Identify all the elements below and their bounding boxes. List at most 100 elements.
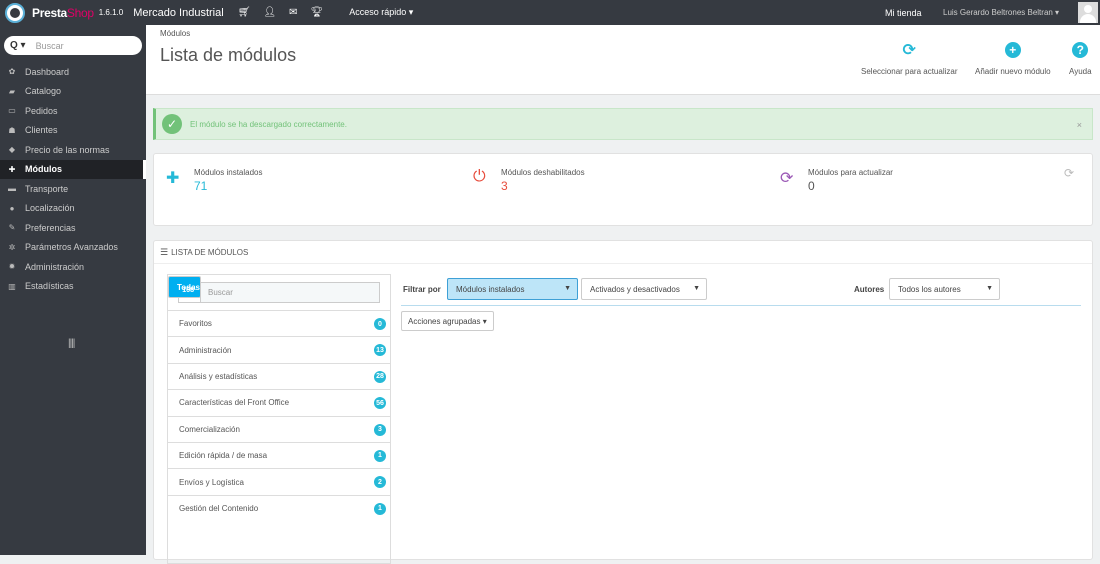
sidebar-item-localizacion[interactable]: ● Localización bbox=[0, 199, 146, 219]
puzzle-icon: ✚ bbox=[166, 170, 180, 187]
sidebar-item-label: Localización bbox=[25, 203, 75, 214]
cogs-icon: ✲ bbox=[8, 242, 16, 252]
update-modules-label: Seleccionar para actualizar bbox=[861, 67, 958, 76]
sidebar: Q ▾ Buscar ✿ Dashboard ▰ Catalogo ▭ Pedidos… bbox=[0, 25, 146, 555]
cog-icon: ✹ bbox=[8, 262, 16, 272]
category-item[interactable]: Gestión del Contenido 1 bbox=[168, 494, 390, 521]
category-count-badge: 168 bbox=[182, 286, 194, 294]
authors-filter-value: Todos los autores bbox=[898, 284, 961, 294]
breadcrumb[interactable]: Módulos bbox=[160, 29, 190, 38]
category-label: Comercialización bbox=[179, 424, 240, 434]
sidebar-item-catalogo[interactable]: ▰ Catalogo bbox=[0, 82, 146, 102]
avatar[interactable] bbox=[1078, 2, 1098, 23]
sidebar-item-administracion[interactable]: ✹ Administración bbox=[0, 257, 146, 277]
sidebar-item-parametros[interactable]: ✲ Parámetros Avanzados bbox=[0, 238, 146, 258]
category-search-placeholder: Buscar bbox=[208, 288, 233, 297]
sidebar-item-label: Precio de las normas bbox=[25, 144, 110, 155]
refresh-icon: ⟳ bbox=[780, 170, 794, 187]
sidebar-item-label: Estadísticas bbox=[25, 281, 74, 292]
wrench-icon: ✎ bbox=[8, 223, 16, 233]
installed-filter-select[interactable]: Módulos instalados ▼ bbox=[447, 278, 578, 300]
stat-installed-value: 71 bbox=[194, 179, 208, 193]
category-label: Características del Front Office bbox=[179, 398, 290, 408]
brand-shop: Shop bbox=[66, 5, 94, 20]
page-header: Módulos Lista de módulos ⟳ Seleccionar p… bbox=[146, 25, 1100, 95]
top-bar: PrestaShop 1.6.1.0 Mercado Industrial 🛒︎… bbox=[0, 0, 1100, 25]
version-label: 1.6.1.0 bbox=[98, 8, 124, 17]
mail-icon[interactable]: ✉ bbox=[289, 7, 297, 18]
trophy-icon[interactable]: 🏆︎ bbox=[311, 7, 324, 18]
category-label: Análisis y estadísticas bbox=[179, 371, 258, 381]
status-filter-value: Activados y desactivados bbox=[590, 284, 680, 294]
collapse-menu-icon[interactable]: |||| bbox=[68, 338, 75, 349]
sidebar-item-label: Catalogo bbox=[25, 86, 62, 97]
sidebar-item-precio[interactable]: ◆ Precio de las normas bbox=[0, 140, 146, 160]
close-icon[interactable]: × bbox=[1077, 120, 1082, 130]
caret-down-icon: ▼ bbox=[564, 285, 571, 292]
update-modules-button[interactable]: ⟳ Seleccionar para actualizar bbox=[861, 42, 958, 76]
category-label: Favoritos bbox=[179, 319, 212, 329]
user-menu[interactable]: Luis Gerardo Beltrones Beltran ▾ bbox=[943, 8, 1059, 17]
module-stats-panel: ✚ Módulos instalados 71 ⏻ Módulos deshab… bbox=[153, 153, 1093, 226]
quick-access-menu[interactable]: Acceso rápido ▾ bbox=[349, 7, 413, 18]
category-item[interactable]: Comercialización 3 bbox=[168, 415, 390, 442]
category-count-badge: 2 bbox=[374, 476, 386, 489]
refresh-stats-icon[interactable]: ⟳ bbox=[1064, 166, 1074, 180]
power-icon: ⏻ bbox=[473, 168, 486, 185]
prestashop-logo-icon[interactable] bbox=[5, 2, 25, 23]
filter-label: Filtrar por bbox=[403, 285, 441, 294]
alert-message: El módulo se ha descargado correctamente… bbox=[190, 119, 347, 129]
status-filter-select[interactable]: Activados y desactivados ▼ bbox=[581, 278, 707, 300]
authors-filter-select[interactable]: Todos los autores ▼ bbox=[889, 278, 1000, 300]
authors-label: Autores bbox=[854, 285, 885, 294]
category-item[interactable]: Análisis y estadísticas 28 bbox=[168, 362, 390, 389]
shop-name[interactable]: Mercado Industrial bbox=[133, 7, 224, 19]
category-item[interactable]: Administración 13 bbox=[168, 336, 390, 362]
category-label: Edición rápida / de masa bbox=[179, 451, 268, 461]
category-item[interactable]: Edición rápida / de masa 1 bbox=[168, 441, 390, 468]
category-count-badge: 1 bbox=[374, 449, 386, 462]
sidebar-item-clientes[interactable]: ☗ Clientes bbox=[0, 121, 146, 141]
sidebar-item-modulos[interactable]: ✚ Módulos bbox=[0, 159, 146, 179]
dashboard-icon: ✿ bbox=[8, 67, 16, 77]
stat-installed: ✚ Módulos instalados 71 bbox=[166, 168, 262, 193]
sidebar-item-label: Parámetros Avanzados bbox=[25, 242, 118, 253]
users-icon: ☗ bbox=[8, 125, 16, 135]
refresh-icon: ⟳ bbox=[901, 42, 918, 59]
stat-disabled: ⏻ Módulos deshabilitados 3 bbox=[473, 168, 585, 193]
category-search-input[interactable]: 🔍︎ Buscar bbox=[178, 282, 380, 303]
puzzle-icon: ✚ bbox=[8, 164, 16, 174]
stat-update-value: 0 bbox=[808, 179, 815, 193]
help-icon: ? bbox=[1072, 42, 1089, 58]
category-item[interactable]: Favoritos 0 bbox=[168, 310, 390, 336]
category-count-badge: 1 bbox=[374, 502, 386, 515]
filter-divider bbox=[401, 305, 1081, 306]
search-icon[interactable]: Q ▾ bbox=[10, 40, 26, 51]
bulk-actions-button[interactable]: Acciones agrupadas ▾ bbox=[401, 311, 494, 331]
book-icon: ▰ bbox=[8, 86, 16, 96]
category-item[interactable]: Todas 168 bbox=[168, 276, 201, 298]
category-label: Envíos y Logística bbox=[179, 477, 244, 487]
cart-icon[interactable]: 🛒︎ bbox=[238, 7, 251, 18]
category-item[interactable]: Características del Front Office 56 bbox=[168, 389, 390, 415]
sidebar-item-preferencias[interactable]: ✎ Preferencias bbox=[0, 218, 146, 238]
sidebar-search[interactable]: Q ▾ Buscar bbox=[4, 36, 142, 55]
brand-name[interactable]: PrestaShop bbox=[32, 6, 94, 20]
category-list: 🔍︎ Buscar Favoritos 0 Todas168 Administra… bbox=[167, 274, 391, 564]
brand-presta: Presta bbox=[32, 5, 67, 20]
help-button[interactable]: ? Ayuda bbox=[1069, 42, 1092, 76]
sidebar-item-transporte[interactable]: ▬ Transporte bbox=[0, 179, 146, 199]
sidebar-item-label: Módulos bbox=[25, 164, 62, 175]
my-store-link[interactable]: Mi tienda bbox=[885, 8, 922, 18]
help-label: Ayuda bbox=[1069, 67, 1092, 76]
sidebar-item-pedidos[interactable]: ▭ Pedidos bbox=[0, 101, 146, 121]
stat-update: ⟳ Módulos para actualizar 0 bbox=[780, 168, 893, 193]
user-icon[interactable]: 👤︎ bbox=[263, 7, 276, 18]
sidebar-item-estadisticas[interactable]: ▥ Estadísticas bbox=[0, 277, 146, 297]
category-label: Administración bbox=[179, 345, 232, 355]
category-item[interactable]: Envíos y Logística 2 bbox=[168, 468, 390, 494]
stat-disabled-value: 3 bbox=[501, 179, 508, 193]
panel-heading: ☰ LISTA DE MÓDULOS bbox=[154, 241, 1092, 264]
sidebar-item-dashboard[interactable]: ✿ Dashboard bbox=[0, 62, 146, 82]
add-module-button[interactable]: + Añadir nuevo módulo bbox=[975, 42, 1051, 76]
